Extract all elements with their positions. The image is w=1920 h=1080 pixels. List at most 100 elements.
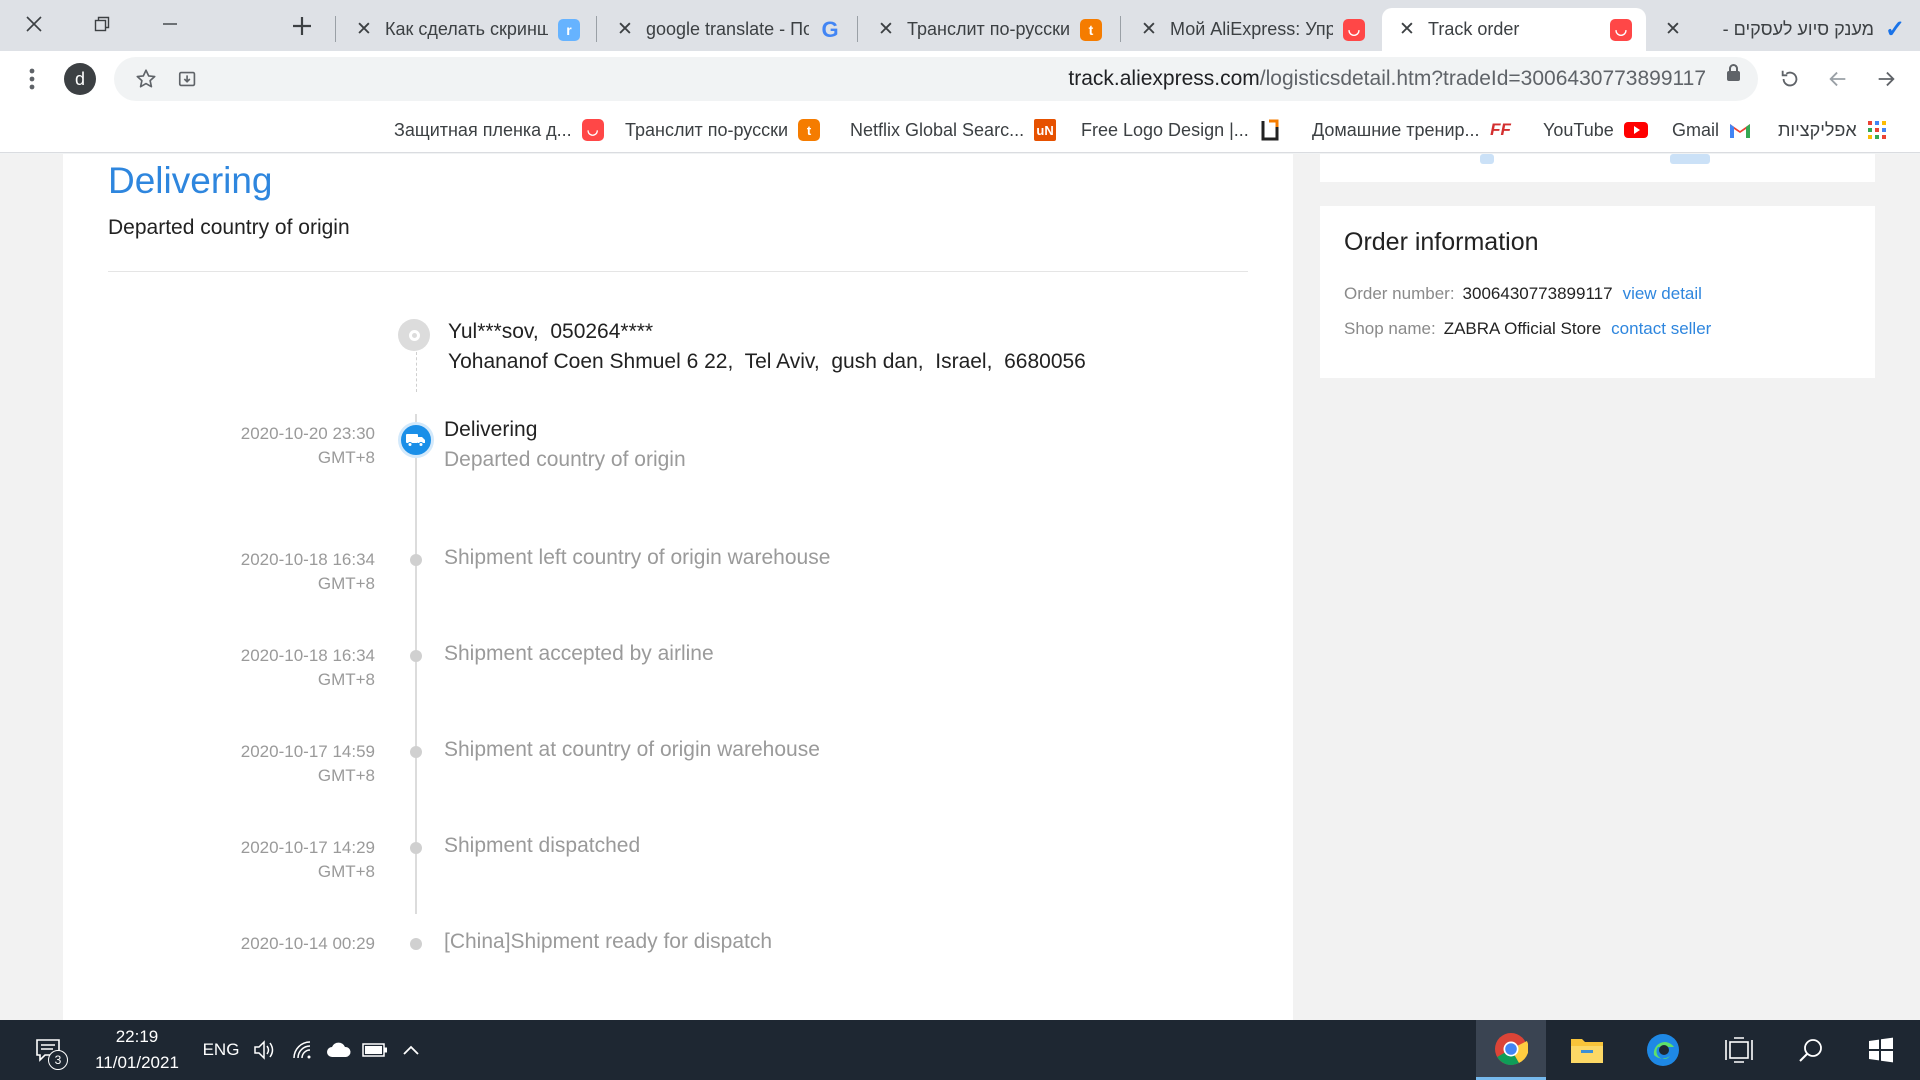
- network-button[interactable]: [286, 1020, 320, 1080]
- tracking-card: Delivering Departed country of origin Yu…: [63, 154, 1293, 1020]
- restore-icon: [94, 16, 110, 32]
- aliexpress-favicon-icon: ◡: [1610, 18, 1632, 41]
- clock[interactable]: 22:19 11/01/2021: [85, 1024, 189, 1076]
- tab-separator: [1120, 16, 1121, 42]
- tab-track-order[interactable]: ✕ Track order ◡: [1382, 8, 1646, 51]
- kebab-menu-icon: [29, 68, 35, 90]
- event-date: 2020-10-17 14:59: [240, 742, 375, 761]
- restore-window-button[interactable]: [68, 0, 136, 48]
- reload-icon: [1781, 70, 1798, 87]
- tab-separator: [335, 16, 336, 42]
- timeline-dot: [410, 650, 422, 662]
- event-time: 2020-10-17 14:59 GMT+8: [213, 740, 375, 788]
- clock-time: 22:19: [115, 1027, 159, 1046]
- tab-my-aliexpress[interactable]: ✕ Мой AliExpress: Упра ◡: [1124, 8, 1379, 51]
- bookmark-star-button[interactable]: [128, 61, 164, 97]
- apps-grid-icon: [1867, 121, 1886, 139]
- event-desc-current: Departed country of origin: [444, 448, 686, 471]
- close-icon[interactable]: ✕: [875, 18, 897, 41]
- battery-button[interactable]: [358, 1020, 392, 1080]
- tab-title: Как сделать скриншо: [385, 19, 548, 39]
- bookmark-netflix-search[interactable]: Netflix Global Searc... uN: [850, 117, 1057, 143]
- tab-google-translate[interactable]: ✕ google translate - По G: [600, 8, 855, 51]
- close-icon[interactable]: ✕: [1662, 18, 1684, 41]
- event-time: 2020-10-17 14:29 GMT+8: [213, 836, 375, 884]
- new-tab-button[interactable]: [284, 8, 320, 44]
- bookmark-gmail[interactable]: Gmail: [1672, 117, 1751, 143]
- bookmark-youtube[interactable]: YouTube: [1543, 117, 1648, 143]
- aliexpress-icon: ◡: [581, 119, 604, 141]
- cut-off-link: [1480, 154, 1494, 164]
- lock-icon[interactable]: [1727, 64, 1740, 81]
- taskbar-edge[interactable]: [1628, 1020, 1698, 1080]
- un-icon: uN: [1034, 119, 1057, 141]
- tab-screenshot-howto[interactable]: ✕ Как сделать скриншо r: [339, 8, 594, 51]
- bookmark-translit[interactable]: Транслит по-русски t: [625, 117, 821, 143]
- youtube-icon: [1623, 122, 1648, 138]
- bookmark-protective-film[interactable]: Защитная пленка д... ◡: [394, 117, 604, 143]
- event-timezone: GMT+8: [317, 670, 375, 689]
- bookmark-free-logo-design[interactable]: Free Logo Design |...: [1081, 117, 1281, 143]
- event-title-current: Delivering: [444, 418, 538, 441]
- show-hidden-icons-button[interactable]: [394, 1020, 428, 1080]
- event-date: 2020-10-20 23:30: [240, 424, 375, 443]
- task-view-button[interactable]: [1704, 1020, 1774, 1080]
- profile-avatar[interactable]: d: [64, 63, 96, 95]
- folder-icon: [1571, 1039, 1603, 1063]
- contact-seller-link[interactable]: contact seller: [1611, 319, 1711, 338]
- url-domain: track.aliexpress.com: [1068, 67, 1260, 90]
- address-bar[interactable]: track.aliexpress.com/logisticsdetail.htm…: [114, 57, 1758, 101]
- volume-button[interactable]: [248, 1020, 282, 1080]
- event-date: 2020-10-14 00:29: [240, 934, 375, 953]
- reload-button[interactable]: [1772, 61, 1808, 97]
- taskbar-file-explorer[interactable]: [1552, 1020, 1622, 1080]
- bookmark-label: Домашние тренир...: [1312, 119, 1480, 140]
- page-content: Delivering Departed country of origin Yu…: [0, 154, 1920, 1020]
- install-app-button[interactable]: [170, 61, 206, 97]
- translit-icon: t: [798, 119, 821, 141]
- bookmark-label: Free Logo Design |...: [1081, 119, 1249, 140]
- close-icon: [26, 16, 42, 32]
- action-center-button[interactable]: 3: [20, 1020, 76, 1080]
- close-icon[interactable]: ✕: [1396, 18, 1418, 41]
- tab-title: Транслит по-русски: [907, 19, 1070, 39]
- edge-icon: [1647, 1034, 1679, 1066]
- close-icon[interactable]: ✕: [614, 18, 636, 41]
- screenshot-favicon-icon: r: [558, 18, 580, 41]
- forward-button[interactable]: [1868, 61, 1904, 97]
- plus-icon: [293, 17, 311, 35]
- bookmark-label: YouTube: [1543, 119, 1614, 140]
- language-indicator[interactable]: ENG: [198, 1020, 244, 1080]
- close-icon[interactable]: ✕: [1138, 18, 1160, 41]
- close-icon[interactable]: ✕: [353, 18, 375, 41]
- bookmarks-bar: אפליקציות Gmail YouTube Домашние тренир.…: [0, 107, 1920, 153]
- arrow-left-icon: [1829, 71, 1846, 87]
- onedrive-button[interactable]: [322, 1020, 356, 1080]
- url-text[interactable]: track.aliexpress.com/logisticsdetail.htm…: [1068, 67, 1706, 91]
- cloud-icon: [327, 1042, 351, 1057]
- translit-favicon-icon: t: [1080, 18, 1102, 41]
- bookmark-apps[interactable]: אפליקציות: [1778, 117, 1887, 143]
- order-number-value: 3006430773899117: [1462, 284, 1613, 303]
- browser-menu-button[interactable]: [14, 61, 50, 97]
- order-number-label: Order number:: [1344, 284, 1455, 303]
- start-button[interactable]: [1848, 1020, 1914, 1080]
- tab-title: google translate - По: [646, 19, 809, 39]
- url-path: /logisticsdetail.htm?tradeId=30064307738…: [1259, 67, 1706, 90]
- taskbar-chrome[interactable]: [1476, 1020, 1546, 1080]
- search-button[interactable]: [1778, 1020, 1844, 1080]
- tab-separator: [857, 16, 858, 42]
- sidebar-card-partial: [1320, 154, 1875, 182]
- view-detail-link[interactable]: view detail: [1623, 284, 1702, 303]
- bookmark-label: Защитная пленка д...: [394, 119, 572, 140]
- tab-business-grant[interactable]: ✕ מענק סיוע לעסקים - ✓: [1648, 8, 1920, 51]
- event-time-current: 2020-10-20 23:30 GMT+8: [213, 422, 375, 470]
- back-button[interactable]: [1820, 61, 1856, 97]
- bookmark-home-workouts[interactable]: Домашние тренир... FF: [1312, 117, 1512, 143]
- close-window-button[interactable]: [0, 0, 68, 48]
- minimize-window-button[interactable]: [136, 0, 204, 48]
- timeline-dot: [410, 842, 422, 854]
- tab-translit[interactable]: ✕ Транслит по-русски t: [861, 8, 1116, 51]
- tab-strip: ✕ מענק סיוע לעסקים - ✓ ✕ Track order ◡ ✕…: [0, 0, 1920, 51]
- event-desc: Shipment at country of origin warehouse: [444, 738, 820, 761]
